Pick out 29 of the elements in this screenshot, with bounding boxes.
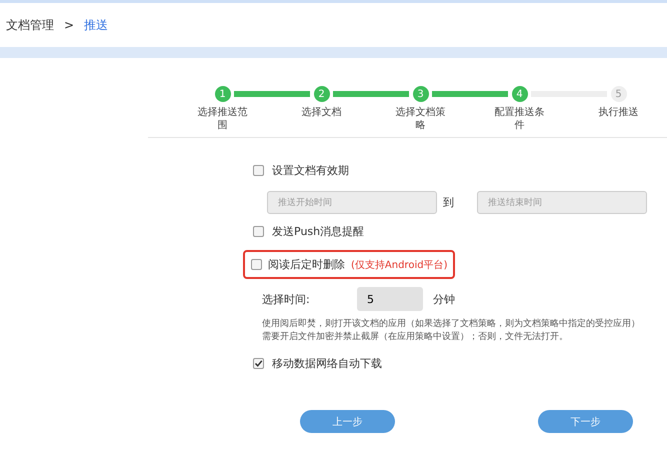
time-label: 选择时间: — [262, 292, 311, 306]
option-label: 移动数据网络自动下载 — [272, 356, 382, 371]
step-label: 配置推送条件 — [494, 106, 544, 132]
step-label: 选择推送范围 — [198, 106, 248, 132]
step-number: 2 — [314, 86, 330, 102]
start-time-field[interactable]: 推送开始时间 — [267, 191, 437, 214]
end-time-field[interactable]: 推送结束时间 — [477, 191, 647, 214]
checkbox[interactable] — [251, 259, 262, 270]
range-separator: 到 — [442, 195, 454, 210]
option-label: 设置文档有效期 — [272, 163, 349, 178]
unit-label: 分钟 — [433, 292, 455, 306]
breadcrumb-separator: > — [64, 18, 74, 32]
step-label: 执行推送 — [598, 106, 640, 119]
option-label: 阅读后定时删除 — [268, 257, 345, 272]
platform-note: (仅支持Android平台) — [351, 258, 448, 272]
time-field[interactable]: 5 — [357, 287, 423, 311]
checkbox[interactable] — [253, 165, 264, 176]
option-label: 发送Push消息提醒 — [272, 224, 364, 239]
step-label: 选择文档策略 — [396, 106, 446, 132]
breadcrumb-current: 推送 — [84, 16, 108, 34]
checkbox[interactable] — [253, 226, 264, 237]
checkbox[interactable] — [253, 358, 264, 369]
step-number: 4 — [512, 86, 528, 102]
step-number: 3 — [412, 86, 428, 102]
step-label: 选择文档 — [300, 106, 342, 119]
step-number: 1 — [214, 86, 230, 102]
step-number: 5 — [610, 86, 626, 102]
description-text: 使用阅后即焚，则打开该文档的应用（如果选择了文档策略，则为文档策略中指定的受控应用）需要开启文件加密并禁止截屏（在应用策略中设置）；否则，文件无法打开。 — [262, 318, 641, 343]
breadcrumb-link[interactable]: 文档管理 — [6, 16, 54, 34]
